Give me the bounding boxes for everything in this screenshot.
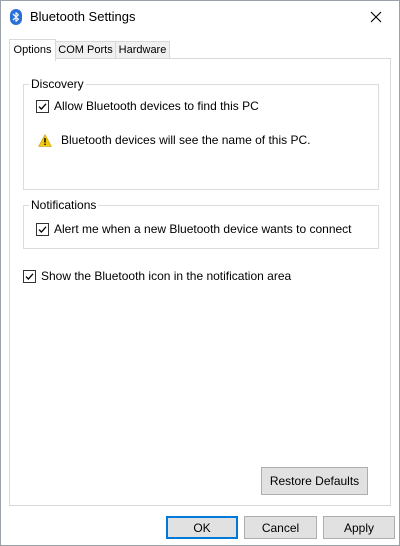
tab-options-label: Options bbox=[13, 44, 52, 56]
notifications-group: Notifications Alert me when a new Blueto… bbox=[23, 198, 379, 249]
show-icon-label: Show the Bluetooth icon in the notificat… bbox=[41, 269, 292, 283]
tab-options[interactable]: Options bbox=[9, 39, 56, 61]
allow-discovery-checkbox[interactable] bbox=[36, 99, 49, 113]
alert-new-device-label: Alert me when a new Bluetooth device wan… bbox=[54, 222, 352, 236]
title-bar: Bluetooth Settings bbox=[1, 1, 399, 32]
allow-discovery-label: Allow Bluetooth devices to find this PC bbox=[54, 99, 259, 113]
allow-discovery-option[interactable]: Allow Bluetooth devices to find this PC bbox=[36, 99, 259, 113]
tab-hardware[interactable]: Hardware bbox=[115, 41, 170, 59]
tab-com-ports-label: COM Ports bbox=[58, 44, 113, 56]
tab-com-ports[interactable]: COM Ports bbox=[55, 41, 116, 59]
restore-defaults-button[interactable]: Restore Defaults bbox=[261, 467, 368, 495]
discovery-warning: Bluetooth devices will see the name of t… bbox=[38, 133, 310, 147]
close-icon bbox=[370, 11, 382, 22]
bluetooth-icon bbox=[10, 9, 22, 25]
tab-hardware-label: Hardware bbox=[118, 44, 167, 56]
discovery-group-label: Discovery bbox=[29, 77, 86, 91]
options-tab-panel: Discovery Allow Bluetooth devices to fin… bbox=[9, 58, 391, 506]
discovery-group: Discovery Allow Bluetooth devices to fin… bbox=[23, 77, 379, 190]
show-icon-checkbox[interactable] bbox=[23, 269, 36, 283]
warning-icon bbox=[38, 133, 52, 147]
ok-button[interactable]: OK bbox=[166, 516, 238, 539]
cancel-button[interactable]: Cancel bbox=[244, 516, 317, 539]
discovery-warning-text: Bluetooth devices will see the name of t… bbox=[61, 133, 311, 147]
close-button[interactable] bbox=[353, 1, 399, 32]
notifications-group-label: Notifications bbox=[29, 198, 99, 212]
checkmark-icon bbox=[38, 102, 47, 110]
bluetooth-settings-dialog: Bluetooth Settings Options COM Ports Har… bbox=[0, 0, 400, 546]
apply-button[interactable]: Apply bbox=[323, 516, 395, 539]
window-title: Bluetooth Settings bbox=[30, 9, 136, 24]
alert-new-device-option[interactable]: Alert me when a new Bluetooth device wan… bbox=[36, 222, 352, 236]
show-icon-option[interactable]: Show the Bluetooth icon in the notificat… bbox=[23, 269, 291, 283]
alert-new-device-checkbox[interactable] bbox=[36, 222, 49, 236]
checkmark-icon bbox=[25, 272, 34, 280]
checkmark-icon bbox=[38, 225, 47, 233]
